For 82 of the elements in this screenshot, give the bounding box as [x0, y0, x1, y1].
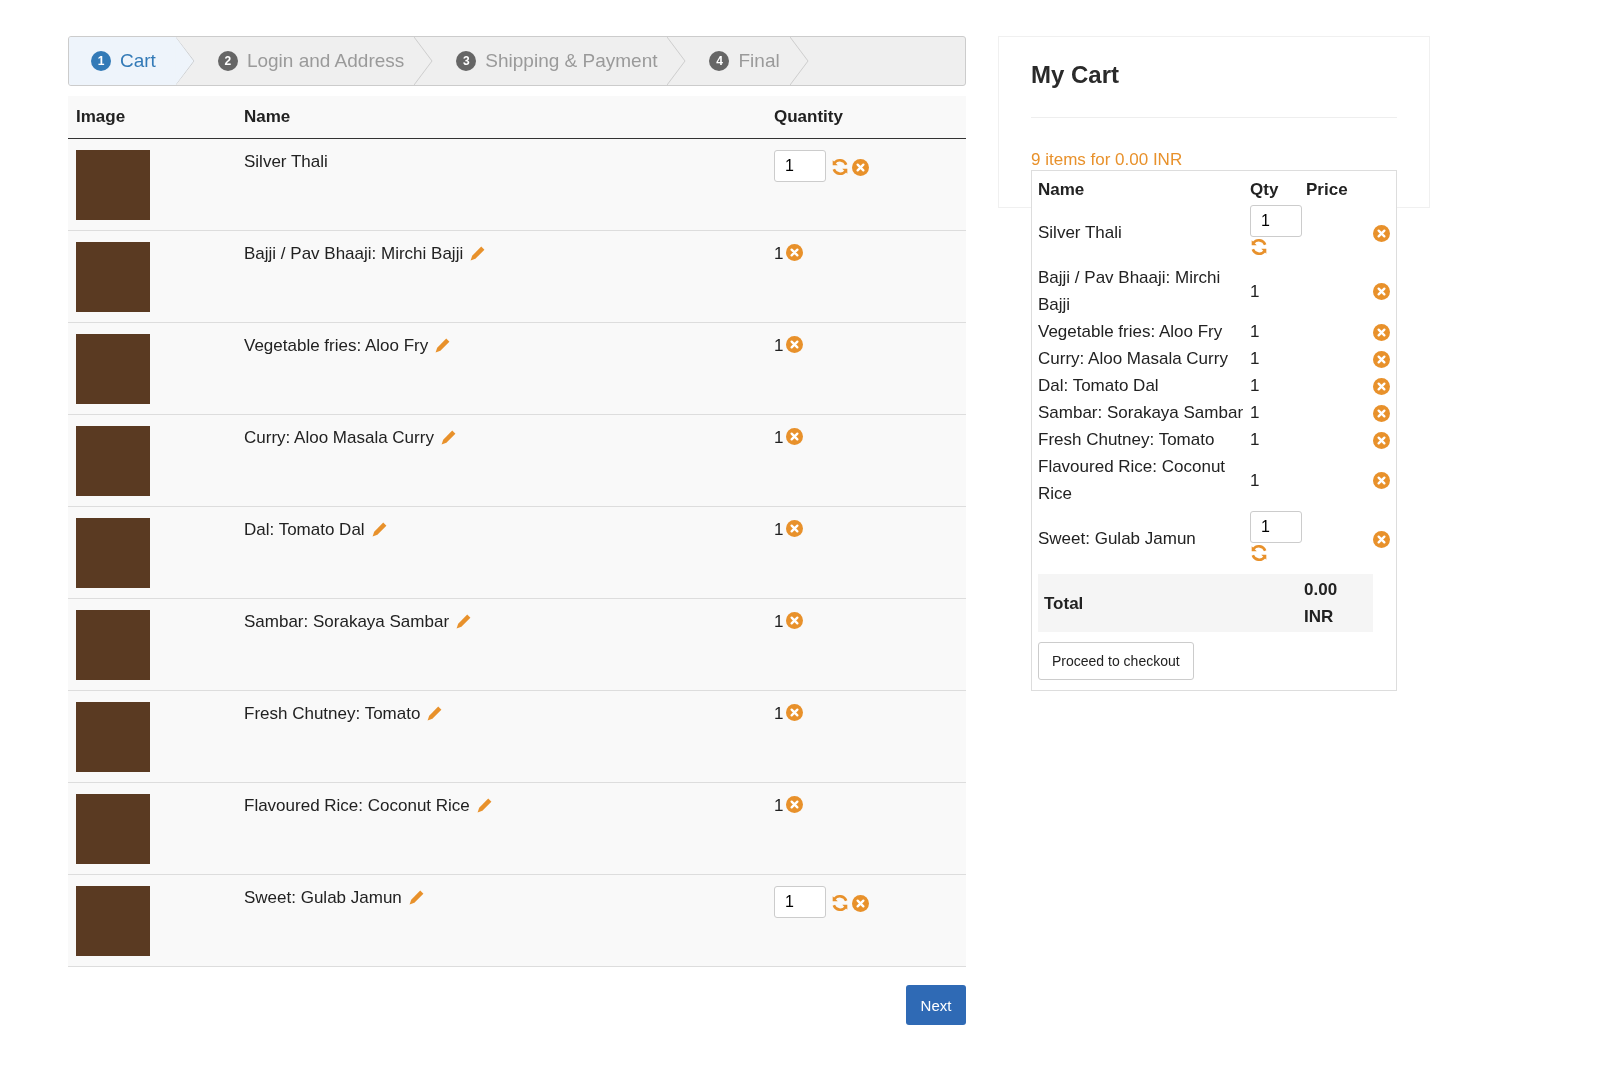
- quantity-value: 1: [774, 704, 784, 724]
- refresh-icon[interactable]: [831, 894, 849, 912]
- item-name: Dal: Tomato Dal: [244, 520, 365, 540]
- item-name: Sambar: Sorakaya Sambar: [244, 612, 450, 632]
- remove-icon[interactable]: [1373, 472, 1390, 489]
- total-value: 0.00 INR: [1304, 579, 1339, 628]
- remove-icon[interactable]: [786, 796, 804, 813]
- remove-icon[interactable]: [1373, 283, 1390, 300]
- quantity-value: 1: [774, 428, 784, 448]
- remove-icon[interactable]: [852, 895, 869, 912]
- remove-icon[interactable]: [1373, 404, 1390, 422]
- remove-icon[interactable]: [786, 704, 804, 721]
- quantity-value: 1: [1250, 470, 1260, 490]
- column-header: Name: [1038, 178, 1086, 201]
- quantity-input[interactable]: 1: [1250, 511, 1302, 543]
- remove-icon[interactable]: [786, 336, 804, 353]
- step-tab[interactable]: 2 Login and Address: [195, 37, 415, 85]
- pencil-icon[interactable]: [407, 889, 425, 906]
- remove-icon[interactable]: [1373, 530, 1390, 548]
- step-tab[interactable]: 4 Final: [687, 37, 790, 85]
- item-name: Silver Thali: [1038, 223, 1122, 242]
- next-button[interactable]: Next: [906, 985, 966, 1025]
- pencil-icon[interactable]: [370, 521, 388, 538]
- pencil-icon[interactable]: [439, 429, 457, 446]
- remove-icon[interactable]: [1373, 224, 1390, 242]
- column-header: Price: [1306, 178, 1349, 201]
- quantity-value: 1: [1250, 281, 1260, 301]
- refresh-icon[interactable]: [1250, 238, 1268, 256]
- item-name: Bajji / Pav Bhaaji: Mirchi Bajji: [1038, 268, 1221, 314]
- pencil-icon[interactable]: [426, 705, 444, 722]
- cart-title: My Cart: [1031, 61, 1121, 89]
- pencil-icon[interactable]: [469, 245, 487, 262]
- quantity-value: 1: [1250, 430, 1260, 449]
- item-name: Curry: Aloo Masala Curry: [1038, 349, 1228, 368]
- pencil-icon[interactable]: [455, 613, 473, 630]
- step-tab[interactable]: 3 Shipping & Payment: [434, 37, 668, 85]
- checkout-button[interactable]: Proceed to checkout: [1038, 642, 1194, 680]
- remove-icon[interactable]: [786, 428, 804, 445]
- remove-icon[interactable]: [852, 159, 869, 176]
- item-name: Sweet: Gulab Jamun: [244, 888, 402, 908]
- item-name: Vegetable fries: Aloo Fry: [1038, 322, 1223, 341]
- quantity-value: 1: [774, 796, 784, 816]
- item-name: Flavoured Rice: Coconut Rice: [244, 796, 470, 816]
- column-header: Qty: [1250, 178, 1280, 201]
- quantity-input[interactable]: 1: [1250, 205, 1302, 237]
- remove-icon[interactable]: [786, 612, 804, 629]
- pencil-icon[interactable]: [475, 797, 493, 814]
- item-name: Sweet: Gulab Jamun: [1038, 529, 1196, 548]
- item-name: Fresh Chutney: Tomato: [1038, 430, 1215, 449]
- remove-icon[interactable]: [1373, 431, 1390, 449]
- quantity-value: 1: [774, 612, 784, 632]
- item-name: Dal: Tomato Dal: [1038, 376, 1159, 395]
- total-label: Total: [1044, 592, 1085, 615]
- quantity-value: 1: [1250, 322, 1260, 341]
- item-name: Curry: Aloo Masala Curry: [244, 428, 434, 448]
- item-name: Vegetable fries: Aloo Fry: [244, 336, 429, 356]
- refresh-icon[interactable]: [831, 158, 849, 176]
- cart-summary: 9 items for 0.00 INR: [1031, 150, 1184, 170]
- item-name: Bajji / Pav Bhaaji: Mirchi Bajji: [244, 244, 464, 264]
- item-name: Flavoured Rice: Coconut Rice: [1038, 457, 1226, 503]
- remove-icon[interactable]: [786, 244, 804, 261]
- column-header: Name: [244, 107, 292, 127]
- quantity-value: 1: [1250, 349, 1260, 368]
- pencil-icon[interactable]: [434, 337, 452, 354]
- quantity-value: 1: [774, 520, 784, 540]
- column-header: Image: [75, 107, 127, 127]
- item-name: Silver Thali: [244, 152, 328, 172]
- quantity-value: 1: [774, 244, 784, 264]
- quantity-input[interactable]: 1: [774, 150, 826, 182]
- column-header: Quantity: [774, 107, 844, 127]
- remove-icon[interactable]: [786, 520, 804, 537]
- remove-icon[interactable]: [1373, 377, 1390, 395]
- step-tab[interactable]: 1 Cart: [69, 37, 176, 85]
- quantity-value: 1: [1250, 376, 1260, 395]
- remove-icon[interactable]: [1373, 323, 1390, 341]
- quantity-input[interactable]: 1: [774, 886, 826, 918]
- quantity-value: 1: [1250, 403, 1260, 422]
- refresh-icon[interactable]: [1250, 544, 1268, 562]
- item-name: Sambar: Sorakaya Sambar: [1038, 403, 1244, 422]
- item-name: Fresh Chutney: Tomato: [244, 704, 421, 724]
- quantity-value: 1: [774, 336, 784, 356]
- remove-icon[interactable]: [1373, 350, 1390, 368]
